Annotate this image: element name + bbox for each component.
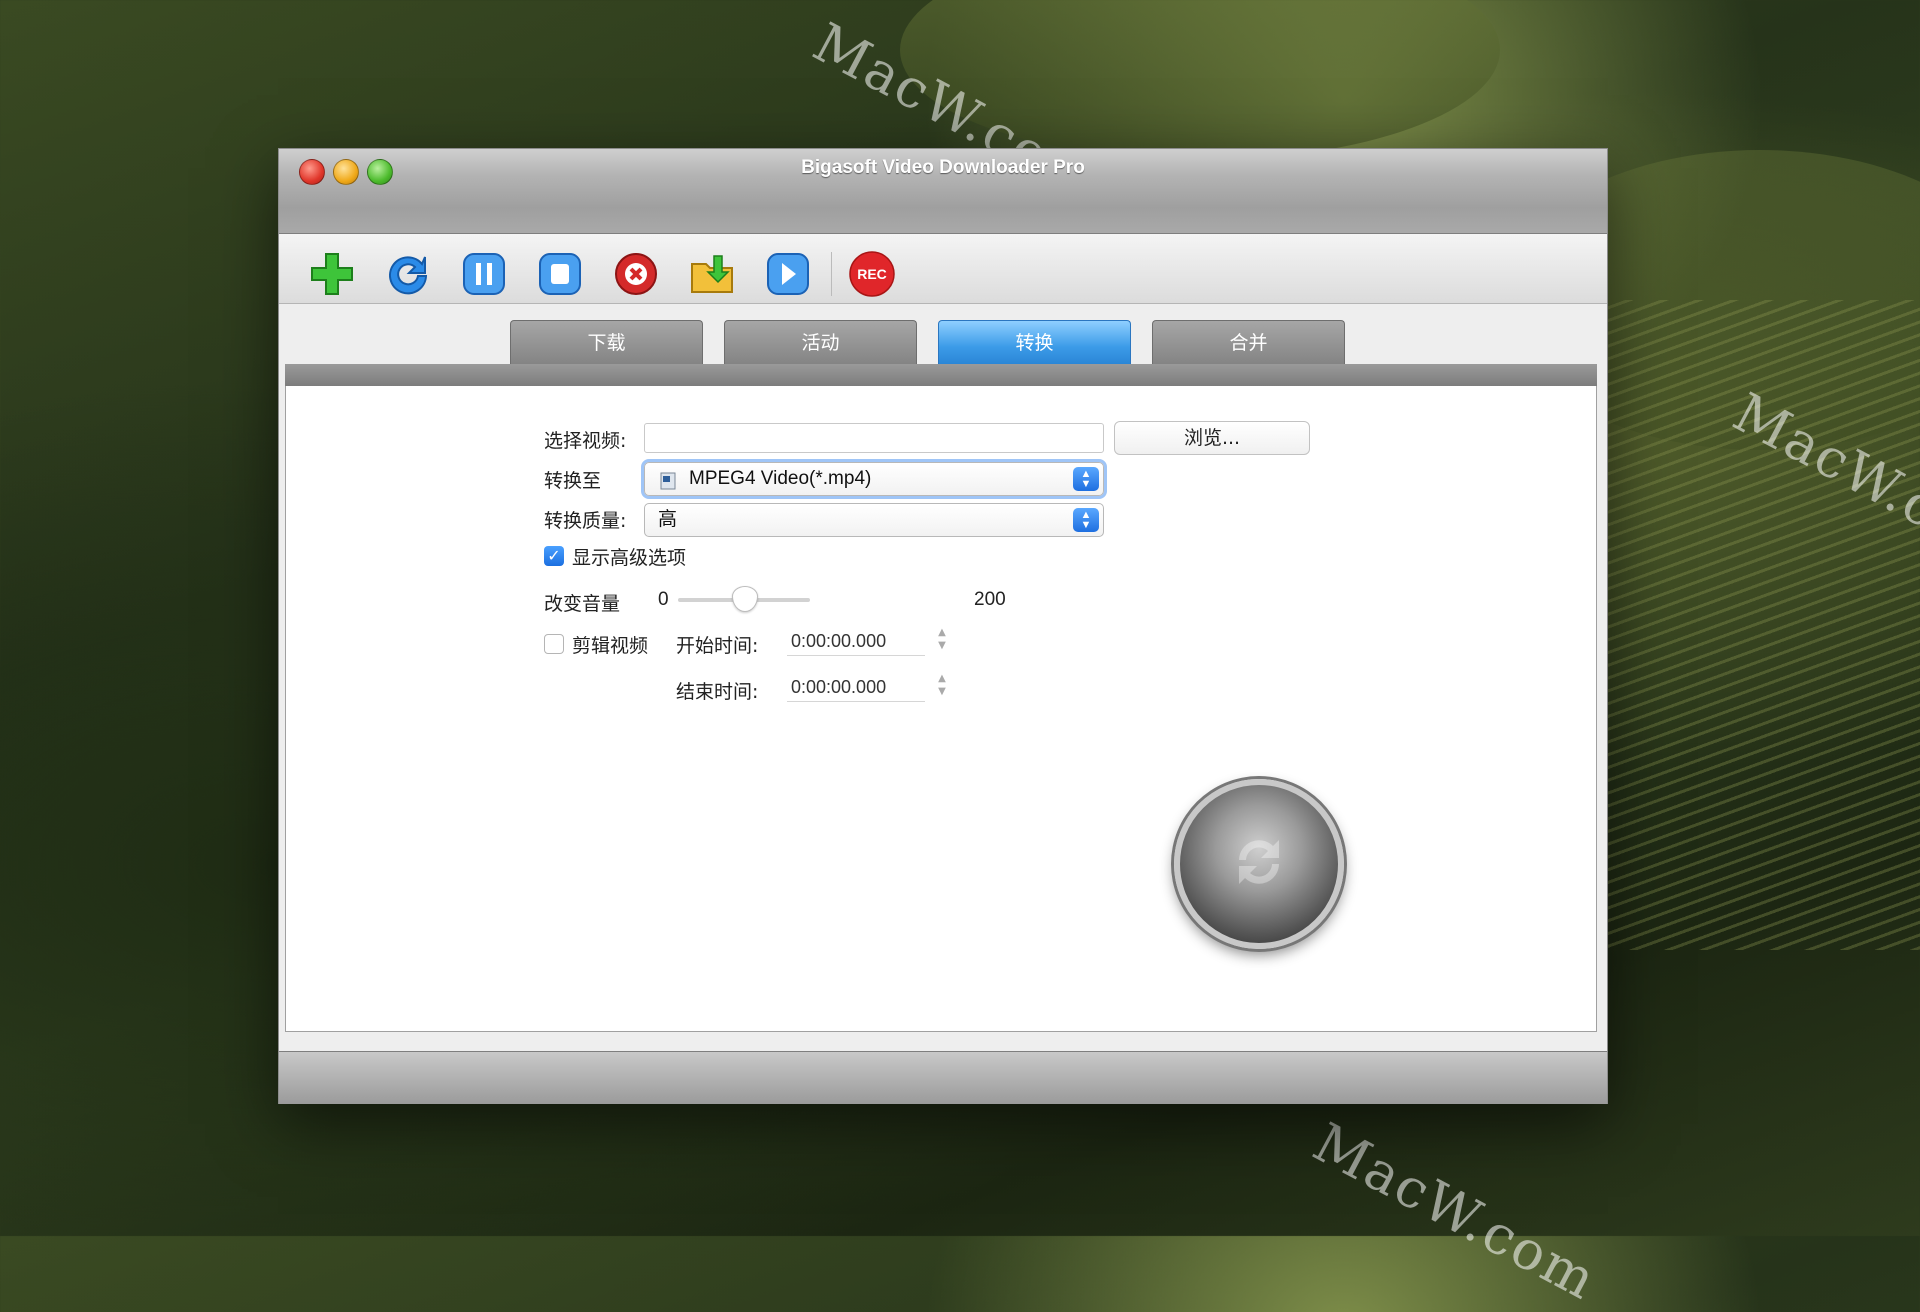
refresh-icon	[384, 250, 432, 302]
open-folder-icon	[688, 250, 736, 302]
open-folder-button[interactable]	[687, 251, 737, 301]
tab-bar: 下载 活动 转换 合并	[285, 320, 1597, 364]
end-time-field[interactable]: 0:00:00.000	[787, 672, 925, 702]
window-title: Bigasoft Video Downloader Pro	[801, 157, 1085, 178]
stop-icon	[537, 250, 583, 302]
start-time-stepper[interactable]: ▲ ▼	[934, 626, 950, 656]
app-window: Bigasoft Video Downloader Pro REC 下载 活动 …	[278, 148, 1608, 1104]
add-button[interactable]	[307, 251, 357, 301]
advanced-options-checkbox[interactable]: ✓	[544, 546, 564, 566]
trim-video-label: 剪辑视频	[572, 635, 649, 657]
video-file-icon	[659, 470, 677, 502]
volume-label: 改变音量	[544, 593, 621, 615]
browse-button[interactable]: 浏览...	[1114, 421, 1310, 455]
stop-button[interactable]	[535, 251, 585, 301]
volume-max-label: 200	[974, 589, 1006, 610]
select-video-field[interactable]	[644, 423, 1104, 453]
pause-button[interactable]	[459, 251, 509, 301]
delete-button[interactable]	[611, 251, 661, 301]
convert-to-value: MPEG4 Video(*.mp4)	[689, 468, 872, 489]
convert-arrows-icon	[1219, 822, 1299, 906]
convert-to-stepper-icon: ▲ ▼	[1073, 467, 1099, 491]
volume-min-label: 0	[658, 589, 669, 610]
end-time-label: 结束时间:	[676, 681, 759, 703]
convert-to-label: 转换至	[544, 470, 602, 492]
toolbar: REC	[279, 234, 1607, 304]
advanced-options-label: 显示高级选项	[572, 547, 687, 569]
play-button[interactable]	[763, 251, 813, 301]
main-content: 下载 活动 转换 合并 选择视频: 浏览... 转换至 MPEG4 Video(…	[285, 303, 1597, 1033]
select-video-label: 选择视频:	[544, 430, 627, 452]
tab-convert[interactable]: 转换	[938, 320, 1131, 364]
status-bar	[279, 1051, 1607, 1104]
start-convert-button[interactable]	[1174, 779, 1344, 949]
toolbar-separator	[831, 252, 832, 296]
record-button[interactable]: REC	[847, 251, 897, 301]
record-icon: REC	[848, 250, 896, 302]
background-hill	[900, 0, 1500, 160]
record-label: REC	[857, 266, 887, 282]
background-vineyard	[1590, 300, 1920, 950]
play-icon	[765, 250, 811, 302]
volume-slider-thumb[interactable]	[732, 586, 758, 612]
end-time-stepper[interactable]: ▲ ▼	[934, 672, 950, 702]
delete-icon	[612, 250, 660, 302]
watermark: MacW.com	[1303, 1110, 1608, 1312]
tab-strip	[285, 364, 1597, 386]
convert-to-select[interactable]: MPEG4 Video(*.mp4) ▲ ▼	[644, 462, 1104, 496]
add-icon	[308, 250, 356, 302]
title-bar[interactable]: Bigasoft Video Downloader Pro	[279, 149, 1607, 234]
quality-select[interactable]: 高 ▲ ▼	[644, 503, 1104, 537]
start-time-label: 开始时间:	[676, 635, 759, 657]
quality-stepper-icon: ▲ ▼	[1073, 508, 1099, 532]
start-time-field[interactable]: 0:00:00.000	[787, 626, 925, 656]
quality-label: 转换质量:	[544, 510, 627, 532]
quality-value: 高	[658, 509, 678, 530]
refresh-button[interactable]	[383, 251, 433, 301]
convert-panel: 选择视频: 浏览... 转换至 MPEG4 Video(*.mp4) ▲ ▼ 转换…	[285, 386, 1597, 1032]
trim-video-checkbox[interactable]	[544, 634, 564, 654]
tab-merge[interactable]: 合并	[1152, 320, 1345, 364]
pause-icon	[461, 250, 507, 302]
tab-activity[interactable]: 活动	[724, 320, 917, 364]
tab-download[interactable]: 下载	[510, 320, 703, 364]
